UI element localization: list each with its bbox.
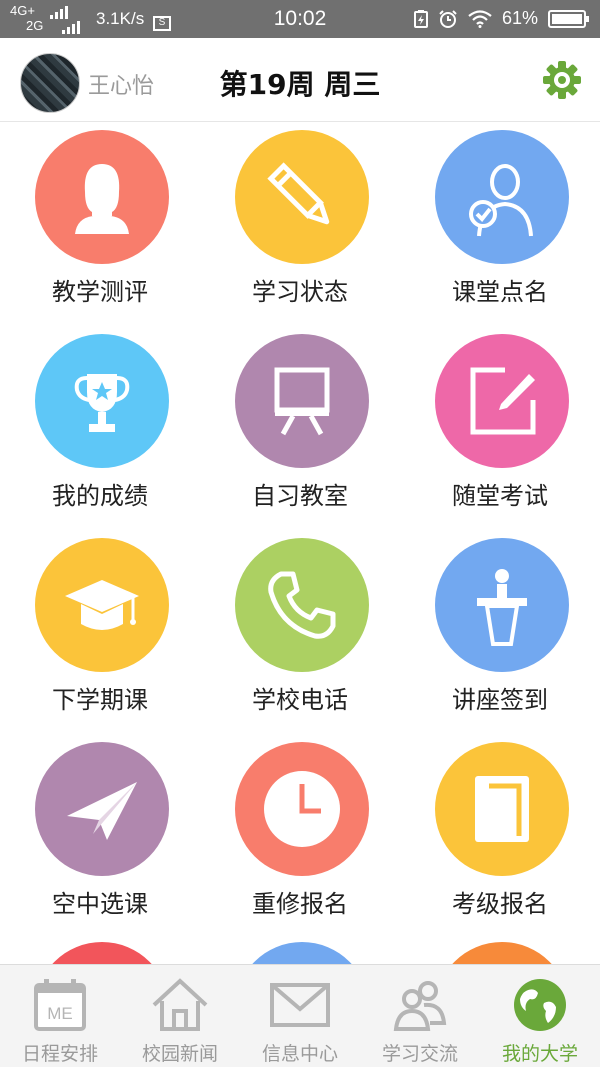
nav-item-info-center[interactable]: 信息中心 [240, 965, 360, 1067]
grid-item-icon-bg [235, 334, 369, 468]
pencil-icon [267, 162, 330, 225]
graduation-cap-icon [65, 580, 139, 630]
nav-label: 日程安排 [21, 1043, 98, 1065]
grid-item-retake-signup[interactable]: 重修报名 [200, 734, 400, 938]
grid-item-label: 讲座签到 [452, 686, 548, 714]
grid-item-label: 重修报名 [252, 890, 348, 918]
grid-item-teaching-evaluation[interactable]: 教学测评 [0, 122, 200, 326]
grid-item-icon-bg [435, 538, 569, 672]
grid-item-label: 随堂考试 [452, 482, 548, 510]
grid-item-study-room[interactable]: 自习教室 [200, 326, 400, 530]
page-title: 第19周 周三 [219, 68, 381, 101]
nav-label: 我的大学 [501, 1043, 578, 1065]
svg-text:ME: ME [47, 1004, 73, 1023]
grid-item-icon-bg [235, 742, 369, 876]
app-header: 王心怡 第19周 周三 [0, 38, 600, 122]
grid-item-icon-bg [435, 742, 569, 876]
nav-item-my-university[interactable]: 我的大学 [480, 965, 600, 1067]
nav-label: 校园新闻 [141, 1043, 218, 1065]
book-icon [475, 776, 529, 842]
female-person-icon [75, 164, 129, 234]
nav-label: 学习交流 [381, 1043, 458, 1065]
grid-item-label: 下学期课 [52, 686, 148, 714]
paper-plane-icon [67, 782, 137, 840]
grid-item-label: 教学测评 [52, 278, 148, 306]
grid-item-icon-bg [35, 334, 169, 468]
grid-item-icon-bg [235, 130, 369, 264]
phone-icon [268, 571, 336, 639]
person-check-icon [469, 164, 533, 237]
battery-icon [548, 9, 589, 28]
mail-icon [270, 983, 330, 1027]
nav-item-study-exchange[interactable]: 学习交流 [360, 965, 480, 1067]
grid-item-exam-signup[interactable]: 考级报名 [400, 734, 600, 938]
grid-item-next-semester[interactable]: 下学期课 [0, 530, 200, 734]
grid-item-roll-call[interactable]: 课堂点名 [400, 122, 600, 326]
feature-grid: 教学测评 学习状态 课堂点名 我的成绩 自习教室 随堂考试 下学期课 学校电话 … [0, 122, 600, 964]
grid-item-icon-bg [235, 538, 369, 672]
calendar-me-icon: ME [34, 979, 86, 1031]
grid-item-school-phone[interactable]: 学校电话 [200, 530, 400, 734]
grid-item-study-status[interactable]: 学习状态 [200, 122, 400, 326]
trophy-icon [74, 374, 130, 432]
grid-item-label: 考级报名 [452, 890, 548, 918]
grid-item-label: 我的成绩 [52, 482, 148, 510]
grid-item-icon-bg [35, 538, 169, 672]
people-icon [393, 981, 447, 1031]
grid-item-icon-bg [35, 742, 169, 876]
grid-item-icon-bg [35, 130, 169, 264]
wifi-icon [468, 9, 492, 28]
grid-item-partial[interactable] [235, 942, 369, 964]
grid-item-partial[interactable] [35, 942, 169, 964]
nav-item-campus-news[interactable]: 校园新闻 [120, 965, 240, 1067]
grid-item-icon-bg [435, 334, 569, 468]
gear-icon[interactable] [540, 58, 584, 102]
home-icon [152, 978, 208, 1031]
easel-board-icon [274, 367, 330, 436]
grid-item-quiz[interactable]: 随堂考试 [400, 326, 600, 530]
grid-item-lecture-checkin[interactable]: 讲座签到 [400, 530, 600, 734]
grid-item-label: 空中选课 [52, 890, 148, 918]
battery-saver-icon [413, 9, 428, 28]
edit-square-icon [470, 367, 536, 435]
grid-item-label: 学习状态 [252, 278, 348, 306]
nav-item-schedule[interactable]: ME 日程安排 [0, 965, 120, 1067]
bottom-nav: ME 日程安排 校园新闻 信息中心 学习交流 我的大学 [0, 964, 600, 1067]
grid-item-icon-bg [435, 130, 569, 264]
alarm-icon [439, 9, 457, 28]
grid-item-partial[interactable] [435, 942, 569, 964]
grid-item-label: 课堂点名 [452, 278, 548, 306]
grid-item-label: 自习教室 [252, 482, 348, 510]
grid-item-label: 学校电话 [252, 686, 348, 714]
grid-item-my-grades[interactable]: 我的成绩 [0, 326, 200, 530]
podium-icon [477, 569, 527, 646]
status-bar: 4G+ 2G 3.1K/s S 10:02 61% [0, 0, 600, 38]
battery-percent: 61% [501, 8, 538, 28]
grid-item-course-selection[interactable]: 空中选课 [0, 734, 200, 938]
clock-icon [264, 771, 340, 847]
globe-icon [514, 979, 566, 1031]
status-right: 61% [413, 8, 589, 29]
nav-label: 信息中心 [261, 1043, 338, 1065]
